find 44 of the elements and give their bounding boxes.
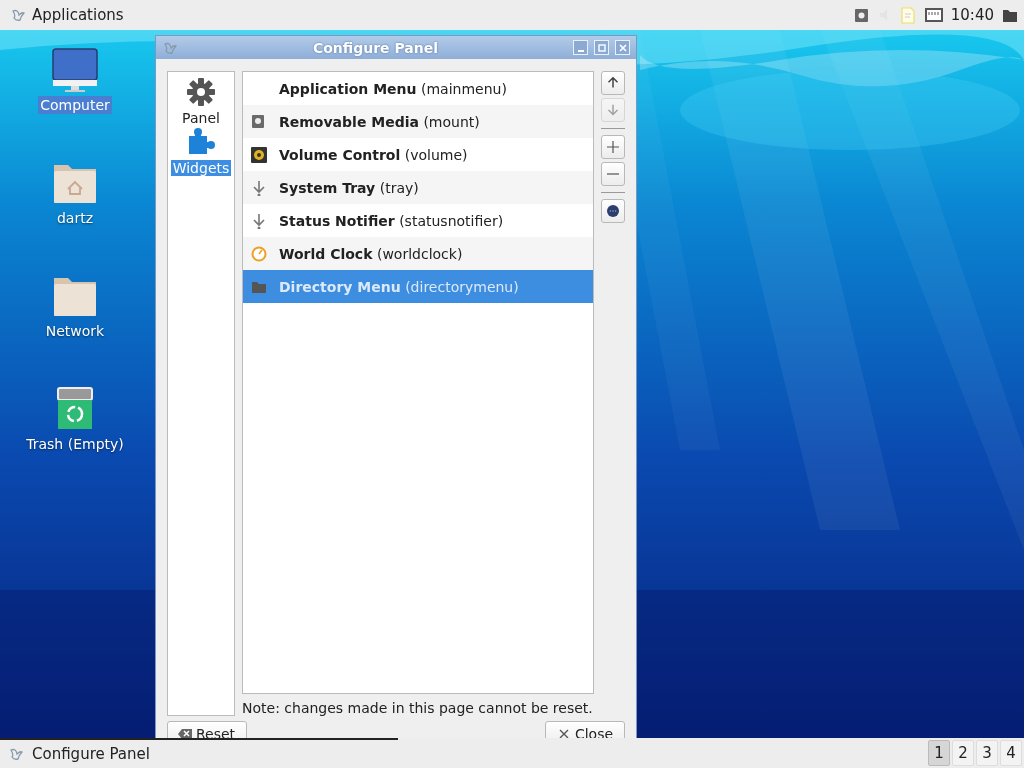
move-up-button[interactable] [601,71,625,95]
widget-row[interactable]: Removable Media (mount) [243,105,593,138]
widget-row[interactable]: Application Menu (mainmenu) [243,72,593,105]
desktop-icon-label[interactable]: Computer [38,96,112,114]
clock-icon [251,245,267,262]
window-title: Configure Panel [311,39,440,56]
gear-icon[interactable] [185,76,217,108]
down-arrow-icon [251,212,267,229]
preferences-icon [604,202,622,220]
desktop-icon-label[interactable]: dartz [54,209,96,227]
desktop-icon-label[interactable]: Network [43,322,107,340]
plus-icon [604,138,622,156]
computer-icon[interactable] [51,46,99,94]
maximize-button[interactable] [594,40,609,55]
workspace-button[interactable]: 4 [1000,740,1022,766]
workspace-button[interactable]: 1 [928,740,950,766]
workspace-button[interactable]: 2 [952,740,974,766]
preferences-button[interactable] [601,199,625,223]
remove-button[interactable] [601,162,625,186]
minus-icon [607,173,619,175]
workspace-button[interactable]: 3 [976,740,998,766]
desktop-icon-label[interactable]: Trash (Empty) [24,435,126,453]
down-arrow-icon [251,179,267,196]
clock[interactable]: 10:40 [950,6,994,24]
maximize-icon [595,41,608,54]
minimize-button[interactable] [573,40,588,55]
add-button[interactable] [601,135,625,159]
widget-row[interactable]: Volume Control (volume) [243,138,593,171]
category-item[interactable]: Panel [182,110,220,126]
folder-icon[interactable] [1002,7,1018,23]
bird-icon [10,7,26,23]
widget-row[interactable]: System Tray (tray) [243,171,593,204]
drive-icon [251,113,267,130]
close-button[interactable] [615,40,630,55]
bird-icon [8,746,24,762]
widget-row[interactable]: World Clock (worldclock) [243,237,593,270]
drive-icon[interactable] [853,7,869,23]
note-text: Note: changes made in this page cannot be reset. [242,700,594,716]
network-icon[interactable] [924,7,943,23]
close-icon [616,41,629,54]
minimize-icon [577,50,584,52]
widget-row[interactable]: Status Notifier (statusnotifier) [243,204,593,237]
applications-menu[interactable]: Applications [6,6,128,24]
speaker-icon [251,146,267,163]
